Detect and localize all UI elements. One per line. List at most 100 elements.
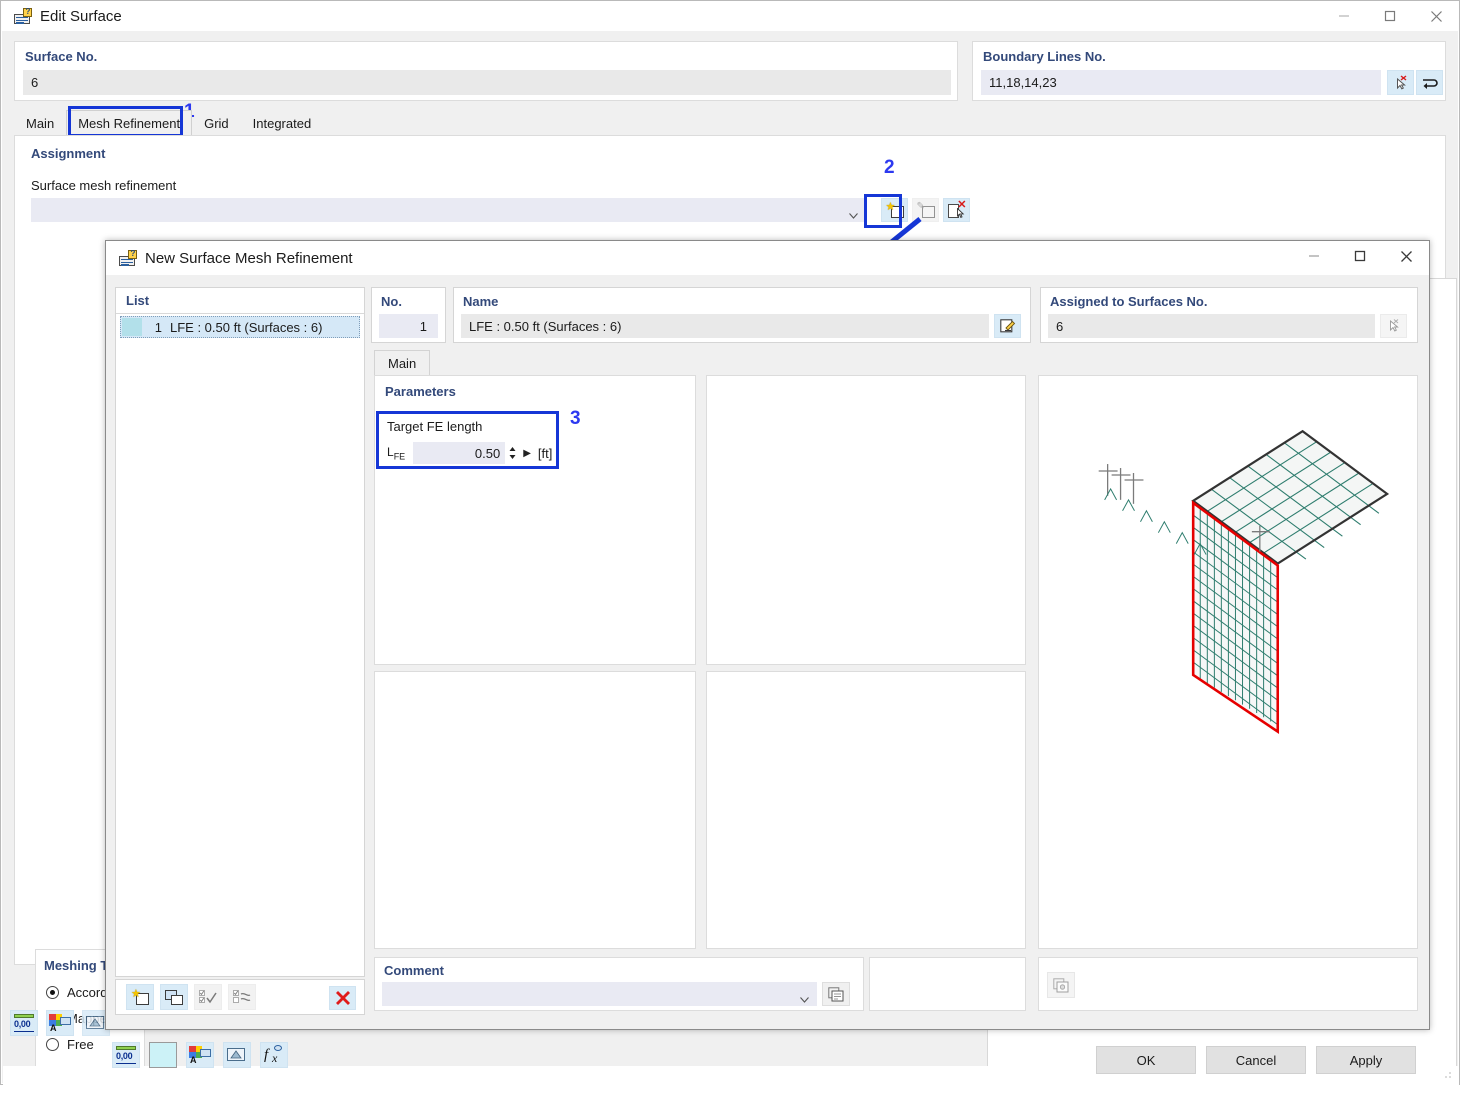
assignment-label: Assignment bbox=[31, 146, 106, 161]
dialog-bottom-toolbar: 0,00 A f x bbox=[112, 1042, 288, 1068]
name-label: Name bbox=[463, 294, 499, 309]
app-window-icon bbox=[14, 7, 32, 24]
surface-no-group: Surface No. 6 bbox=[14, 41, 958, 101]
parent-bottom-toolbar: 0,00 A bbox=[10, 1006, 120, 1040]
display-properties-icon[interactable]: A bbox=[186, 1042, 214, 1068]
child-window-controls bbox=[1291, 241, 1429, 271]
lfe-symbol: LFE bbox=[387, 444, 406, 462]
no-group: No. 1 bbox=[371, 287, 446, 343]
parent-window-controls bbox=[1321, 1, 1459, 31]
ok-button[interactable]: OK bbox=[1096, 1046, 1196, 1074]
apply-button[interactable]: Apply bbox=[1316, 1046, 1416, 1074]
edit-icon: ✎ bbox=[912, 198, 939, 222]
child-titlebar: New Surface Mesh Refinement bbox=[106, 241, 1429, 275]
parent-tab-bar: Main Mesh Refinement Grid Integrated bbox=[14, 109, 1446, 135]
lfe-subscript: FE bbox=[393, 451, 406, 462]
parent-window-title: Edit Surface bbox=[40, 7, 122, 25]
cancel-button[interactable]: Cancel bbox=[1206, 1046, 1306, 1074]
tab-main[interactable]: Main bbox=[374, 350, 431, 375]
mesh-preview-graphic bbox=[1098, 429, 1390, 735]
refinement-list-panel: List 1 LFE : 0.50 ft (Surfaces : 6) bbox=[115, 287, 365, 977]
list-item-number: 1 bbox=[154, 319, 162, 335]
app-window-icon bbox=[119, 249, 137, 266]
render-icon[interactable] bbox=[223, 1042, 251, 1068]
tab-grid[interactable]: Grid bbox=[192, 110, 241, 135]
pick-surfaces-icon[interactable] bbox=[1380, 314, 1407, 338]
list-item[interactable]: 1 LFE : 0.50 ft (Surfaces : 6) bbox=[120, 316, 360, 338]
numeric-format-icon[interactable]: 0,00 bbox=[112, 1042, 140, 1068]
assigned-surfaces-label: Assigned to Surfaces No. bbox=[1050, 294, 1208, 309]
formula-icon[interactable]: f x bbox=[260, 1042, 288, 1068]
numeric-format-icon[interactable]: 0,00 bbox=[10, 1010, 38, 1036]
new-surface-mesh-refinement-dialog: New Surface Mesh Refinement List 1 LFE :… bbox=[105, 240, 1430, 1030]
edit-name-icon[interactable] bbox=[994, 314, 1021, 338]
pick-lines-icon[interactable] bbox=[1387, 70, 1414, 95]
invert-selection-icon bbox=[228, 984, 256, 1010]
minimize-icon[interactable] bbox=[1321, 1, 1367, 31]
color-swatch-icon[interactable] bbox=[149, 1042, 177, 1068]
tab-mesh-refinement[interactable]: Mesh Refinement bbox=[66, 110, 193, 135]
surface-mesh-refinement-combo[interactable] bbox=[31, 198, 866, 222]
preview-footer bbox=[1038, 957, 1418, 1011]
close-icon[interactable] bbox=[1413, 1, 1459, 31]
surface-no-input[interactable]: 6 bbox=[23, 70, 951, 95]
assigned-surfaces-group: Assigned to Surfaces No. 6 bbox=[1040, 287, 1418, 343]
expand-arrow-icon[interactable]: ▶ bbox=[523, 448, 531, 459]
comment-input[interactable] bbox=[382, 982, 817, 1006]
no-input[interactable]: 1 bbox=[379, 314, 438, 338]
new-icon[interactable]: ★ bbox=[126, 984, 154, 1010]
preview-settings-icon[interactable] bbox=[1047, 972, 1075, 998]
lfe-input[interactable]: 0.50 bbox=[413, 442, 506, 464]
meshing-type-label: Meshing Ty bbox=[44, 958, 115, 973]
assigned-surfaces-input[interactable]: 6 bbox=[1048, 314, 1375, 338]
copy-icon[interactable] bbox=[160, 984, 188, 1010]
new-icon[interactable]: ★ bbox=[881, 198, 908, 222]
target-fe-length-group: Target FE length LFE 0.50 ▶ [ft] bbox=[376, 411, 559, 469]
comment-side-panel bbox=[869, 957, 1026, 1011]
boundary-lines-group: Boundary Lines No. 11,18,14,23 bbox=[972, 41, 1446, 101]
target-fe-length-label: Target FE length bbox=[387, 419, 483, 434]
child-dialog-body: List 1 LFE : 0.50 ft (Surfaces : 6) ★ No… bbox=[106, 275, 1429, 1029]
select-all-icon bbox=[194, 984, 222, 1010]
parameters-panel-secondary bbox=[374, 671, 696, 949]
middle-panel-bottom bbox=[706, 671, 1026, 949]
dialog-tab-bar: Main bbox=[374, 349, 1418, 375]
parameters-panel: Parameters Target FE length LFE 0.50 ▶ [… bbox=[374, 375, 696, 665]
comment-label: Comment bbox=[384, 963, 444, 978]
middle-panel-top bbox=[706, 375, 1026, 665]
tab-integrated[interactable]: Integrated bbox=[241, 110, 324, 135]
name-input[interactable]: LFE : 0.50 ft (Surfaces : 6) bbox=[461, 314, 989, 338]
delete-icon[interactable] bbox=[329, 986, 356, 1010]
list-header: List bbox=[116, 288, 364, 314]
chevron-down-icon bbox=[849, 207, 858, 222]
chevron-down-icon bbox=[800, 991, 809, 1006]
display-properties-icon[interactable]: A bbox=[46, 1010, 74, 1036]
comment-library-icon[interactable] bbox=[822, 982, 850, 1006]
resize-grip[interactable] bbox=[1443, 1070, 1453, 1080]
comment-group: Comment bbox=[374, 957, 864, 1011]
boundary-lines-label: Boundary Lines No. bbox=[983, 49, 1106, 64]
delete-icon[interactable]: ✕ bbox=[943, 198, 970, 222]
tab-main[interactable]: Main bbox=[14, 110, 66, 135]
radio-button bbox=[46, 986, 59, 999]
surface-no-label: Surface No. bbox=[25, 49, 98, 64]
name-group: Name LFE : 0.50 ft (Surfaces : 6) bbox=[453, 287, 1031, 343]
list-toolbar: ★ bbox=[115, 979, 365, 1015]
boundary-lines-input[interactable]: 11,18,14,23 bbox=[981, 70, 1381, 95]
annotation-3: 3 bbox=[570, 408, 581, 429]
close-icon[interactable] bbox=[1383, 241, 1429, 271]
parent-titlebar: Edit Surface bbox=[1, 1, 1459, 31]
list-item-color-swatch bbox=[122, 318, 142, 336]
lfe-unit: [ft] bbox=[537, 445, 553, 461]
reverse-icon[interactable] bbox=[1416, 70, 1443, 95]
maximize-icon[interactable] bbox=[1367, 1, 1413, 31]
parameters-label: Parameters bbox=[385, 384, 456, 399]
child-window-title: New Surface Mesh Refinement bbox=[145, 249, 353, 267]
model-preview-panel[interactable] bbox=[1038, 375, 1418, 949]
surface-mesh-refinement-label: Surface mesh refinement bbox=[31, 178, 177, 193]
maximize-icon[interactable] bbox=[1337, 241, 1383, 271]
no-label: No. bbox=[381, 294, 402, 309]
minimize-icon[interactable] bbox=[1291, 241, 1337, 271]
spinner-icon[interactable] bbox=[507, 442, 518, 464]
target-fe-length-row: LFE 0.50 ▶ [ft] bbox=[387, 442, 552, 464]
